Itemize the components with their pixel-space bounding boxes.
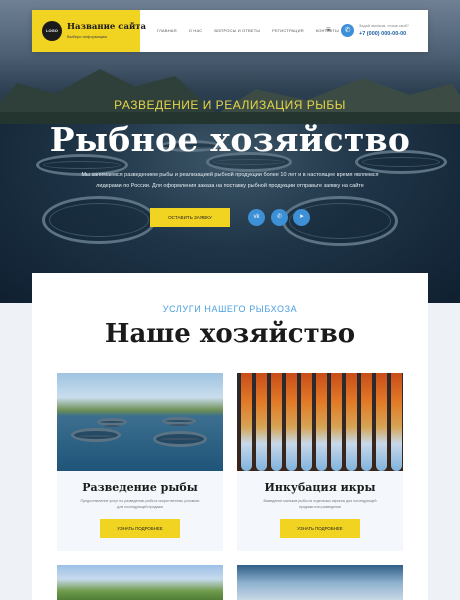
service-description: Предоставление услуг по разведению рыбы … xyxy=(80,499,200,509)
service-title: Разведение рыбы xyxy=(82,481,198,494)
fish-cage-ring xyxy=(153,431,207,447)
incubator-vial xyxy=(301,373,312,471)
incubator-vial xyxy=(331,373,342,471)
service-description: Выведение мальков рыбы из отдельных икри… xyxy=(263,499,377,509)
services-kicker: УСЛУГИ НАШЕГО РЫБХОЗА xyxy=(162,304,298,314)
incubator-vial xyxy=(391,373,402,471)
service-title: Инкубация икры xyxy=(264,481,376,494)
vk-icon[interactable]: vk xyxy=(248,209,265,226)
incubator-vial xyxy=(271,373,282,471)
menu-item-faq[interactable]: Вопросы и ответы xyxy=(214,28,260,33)
service-card-roe-incubation: Инкубация икры Выведение мальков рыбы из… xyxy=(237,373,403,551)
call-note: Задай звонком, отзыв свой? xyxy=(359,24,409,28)
main-menu: Главная О нас Вопросы и ответы Регистрац… xyxy=(157,28,339,33)
service-card-fish-breeding: Разведение рыбы Предоставление услуг по … xyxy=(57,373,223,551)
logo[interactable]: LOGO xyxy=(42,21,62,41)
fish-cage-ring xyxy=(162,417,196,426)
brand-block[interactable]: LOGO Название сайта Выбери информацию xyxy=(32,10,146,52)
telegram-icon[interactable]: ➤ xyxy=(293,209,310,226)
site-name: Название сайта xyxy=(67,22,147,32)
phone-number[interactable]: +7 (000) 000-00-00 xyxy=(359,31,406,37)
incubator-vial xyxy=(286,373,297,471)
leave-request-button[interactable]: Оставить заявку xyxy=(150,208,230,227)
menu-item-register[interactable]: Регистрация xyxy=(272,28,304,33)
roe-incubation-image xyxy=(237,373,403,471)
learn-more-button[interactable]: Узнать подробнее xyxy=(100,519,180,538)
phone-icon[interactable]: ✆ xyxy=(341,24,354,37)
incubator-vial xyxy=(346,373,357,471)
hero-description: Мы занимаемся разведением рыбы и реализа… xyxy=(81,172,379,189)
header-bar: LOGO Название сайта Выбери информацию Гл… xyxy=(32,10,428,52)
learn-more-button[interactable]: Узнать подробнее xyxy=(280,519,360,538)
services-title: Наше хозяйство xyxy=(104,319,356,349)
viber-icon[interactable]: ✆ xyxy=(271,209,288,226)
menu-item-home[interactable]: Главная xyxy=(157,28,177,33)
incubator-vial xyxy=(361,373,372,471)
hamburger-menu-icon[interactable]: ≡ xyxy=(326,26,331,34)
incubator-vial xyxy=(376,373,387,471)
hero-title: Рыбное хозяйство xyxy=(49,120,411,159)
service-card-image-partial xyxy=(237,565,403,600)
incubator-vial xyxy=(316,373,327,471)
hero-subtitle: РАЗВЕДЕНИЕ И РЕАЛИЗАЦИЯ РЫБЫ xyxy=(114,98,346,112)
fish-farm-image xyxy=(57,373,223,471)
menu-item-about[interactable]: О нас xyxy=(189,28,203,33)
fish-cage-ring xyxy=(42,196,156,244)
service-card-image-partial xyxy=(57,565,223,600)
incubator-vial xyxy=(241,373,252,471)
incubator-vial xyxy=(256,373,267,471)
fish-cage-ring xyxy=(71,428,121,442)
site-tagline: Выбери информацию xyxy=(67,34,108,39)
fish-cage-ring xyxy=(97,418,127,427)
